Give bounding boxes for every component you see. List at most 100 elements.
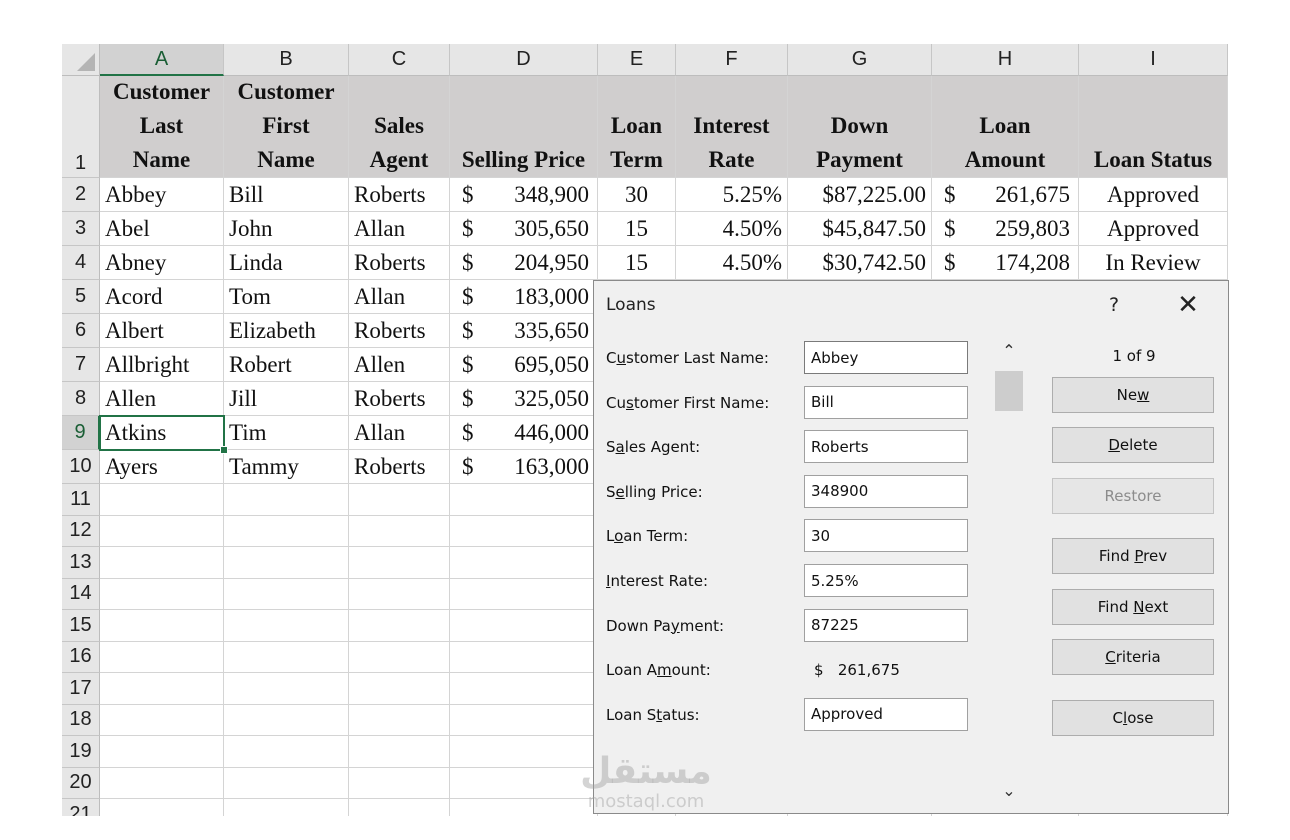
record-scrollbar[interactable]: ⌃ ⌄	[994, 339, 1024, 805]
row-header-8[interactable]: 8	[62, 382, 100, 416]
cell-d18[interactable]	[450, 704, 598, 736]
cell-c7[interactable]: Allen	[349, 348, 450, 382]
header-cell-f[interactable]: Interest Rate	[676, 76, 788, 178]
selling-price-input[interactable]	[804, 474, 968, 508]
column-header-b[interactable]: B	[224, 44, 349, 76]
cell-d7[interactable]: $695,050	[450, 348, 598, 382]
cell-i4[interactable]: In Review	[1079, 246, 1228, 280]
scroll-up-icon[interactable]: ⌃	[994, 339, 1024, 363]
cell-b11[interactable]	[224, 484, 349, 516]
cell-d17[interactable]	[450, 673, 598, 705]
cell-b8[interactable]: Jill	[224, 382, 349, 416]
loan-status-input[interactable]	[804, 697, 968, 731]
cell-c5[interactable]: Allan	[349, 280, 450, 314]
row-header-16[interactable]: 16	[62, 641, 100, 673]
cell-d16[interactable]	[450, 641, 598, 673]
cell-b13[interactable]	[224, 547, 349, 579]
customer-first-name-input[interactable]	[804, 385, 968, 419]
row-header-18[interactable]: 18	[62, 704, 100, 736]
header-cell-c[interactable]: Sales Agent	[349, 76, 450, 178]
cell-d14[interactable]	[450, 578, 598, 610]
cell-d11[interactable]	[450, 484, 598, 516]
cell-b12[interactable]	[224, 515, 349, 547]
cell-a20[interactable]	[100, 767, 224, 799]
cell-c16[interactable]	[349, 641, 450, 673]
row-header-9[interactable]: 9	[62, 416, 100, 450]
cell-d10[interactable]: $163,000	[450, 450, 598, 484]
cell-e4[interactable]: 15	[598, 246, 676, 280]
cell-b10[interactable]: Tammy	[224, 450, 349, 484]
column-header-c[interactable]: C	[349, 44, 450, 76]
header-cell-d[interactable]: Selling Price	[450, 76, 598, 178]
cell-c10[interactable]: Roberts	[349, 450, 450, 484]
row-header-1[interactable]: 1	[62, 76, 100, 178]
down-payment-input[interactable]	[804, 608, 968, 642]
column-header-h[interactable]: H	[932, 44, 1079, 76]
row-header-13[interactable]: 13	[62, 547, 100, 579]
cell-a8[interactable]: Allen	[100, 382, 224, 416]
column-header-f[interactable]: F	[676, 44, 788, 76]
cell-c19[interactable]	[349, 736, 450, 768]
cell-g3[interactable]: $45,847.50	[788, 212, 932, 246]
new-button[interactable]: New	[1052, 377, 1214, 413]
cell-f3[interactable]: 4.50%	[676, 212, 788, 246]
cell-d8[interactable]: $325,050	[450, 382, 598, 416]
cell-a18[interactable]	[100, 704, 224, 736]
cell-a7[interactable]: Allbright	[100, 348, 224, 382]
cell-h2[interactable]: $261,675	[932, 178, 1079, 212]
column-header-g[interactable]: G	[788, 44, 932, 76]
row-header-6[interactable]: 6	[62, 314, 100, 348]
cell-a19[interactable]	[100, 736, 224, 768]
cell-f2[interactable]: 5.25%	[676, 178, 788, 212]
customer-last-name-input[interactable]	[804, 341, 968, 374]
cell-b6[interactable]: Elizabeth	[224, 314, 349, 348]
cell-a14[interactable]	[100, 578, 224, 610]
cell-e3[interactable]: 15	[598, 212, 676, 246]
cell-a3[interactable]: Abel	[100, 212, 224, 246]
cell-d15[interactable]	[450, 610, 598, 642]
cell-b4[interactable]: Linda	[224, 246, 349, 280]
row-header-20[interactable]: 20	[62, 767, 100, 799]
header-cell-e[interactable]: Loan Term	[598, 76, 676, 178]
header-cell-b[interactable]: Customer First Name	[224, 76, 349, 178]
cell-d5[interactable]: $183,000	[450, 280, 598, 314]
column-header-a[interactable]: A	[100, 44, 224, 76]
cell-b7[interactable]: Robert	[224, 348, 349, 382]
select-all-corner[interactable]	[62, 44, 100, 76]
cell-c2[interactable]: Roberts	[349, 178, 450, 212]
cell-c3[interactable]: Allan	[349, 212, 450, 246]
close-icon[interactable]: ✕	[1174, 291, 1202, 319]
cell-c17[interactable]	[349, 673, 450, 705]
cell-d19[interactable]	[450, 736, 598, 768]
cell-c6[interactable]: Roberts	[349, 314, 450, 348]
cell-c13[interactable]	[349, 547, 450, 579]
cell-a12[interactable]	[100, 515, 224, 547]
cell-h3[interactable]: $259,803	[932, 212, 1079, 246]
loan-term-input[interactable]	[804, 519, 968, 553]
row-header-7[interactable]: 7	[62, 348, 100, 382]
row-header-10[interactable]: 10	[62, 450, 100, 484]
row-header-12[interactable]: 12	[62, 515, 100, 547]
cell-c4[interactable]: Roberts	[349, 246, 450, 280]
cell-b19[interactable]	[224, 736, 349, 768]
column-header-i[interactable]: I	[1079, 44, 1228, 76]
cell-c20[interactable]	[349, 767, 450, 799]
cell-a9[interactable]: Atkins	[100, 416, 224, 450]
row-header-3[interactable]: 3	[62, 212, 100, 246]
cell-c8[interactable]: Roberts	[349, 382, 450, 416]
cell-a4[interactable]: Abney	[100, 246, 224, 280]
header-cell-h[interactable]: Loan Amount	[932, 76, 1079, 178]
cell-c15[interactable]	[349, 610, 450, 642]
delete-button[interactable]: Delete	[1052, 427, 1214, 463]
sales-agent-input[interactable]	[804, 430, 968, 464]
cell-i3[interactable]: Approved	[1079, 212, 1228, 246]
scroll-down-icon[interactable]: ⌄	[994, 779, 1024, 803]
row-header-15[interactable]: 15	[62, 610, 100, 642]
cell-c12[interactable]	[349, 515, 450, 547]
scrollbar-thumb[interactable]	[995, 371, 1023, 411]
cell-f4[interactable]: 4.50%	[676, 246, 788, 280]
cell-b18[interactable]	[224, 704, 349, 736]
cell-a2[interactable]: Abbey	[100, 178, 224, 212]
close-button[interactable]: Close	[1052, 700, 1214, 736]
cell-a16[interactable]	[100, 641, 224, 673]
